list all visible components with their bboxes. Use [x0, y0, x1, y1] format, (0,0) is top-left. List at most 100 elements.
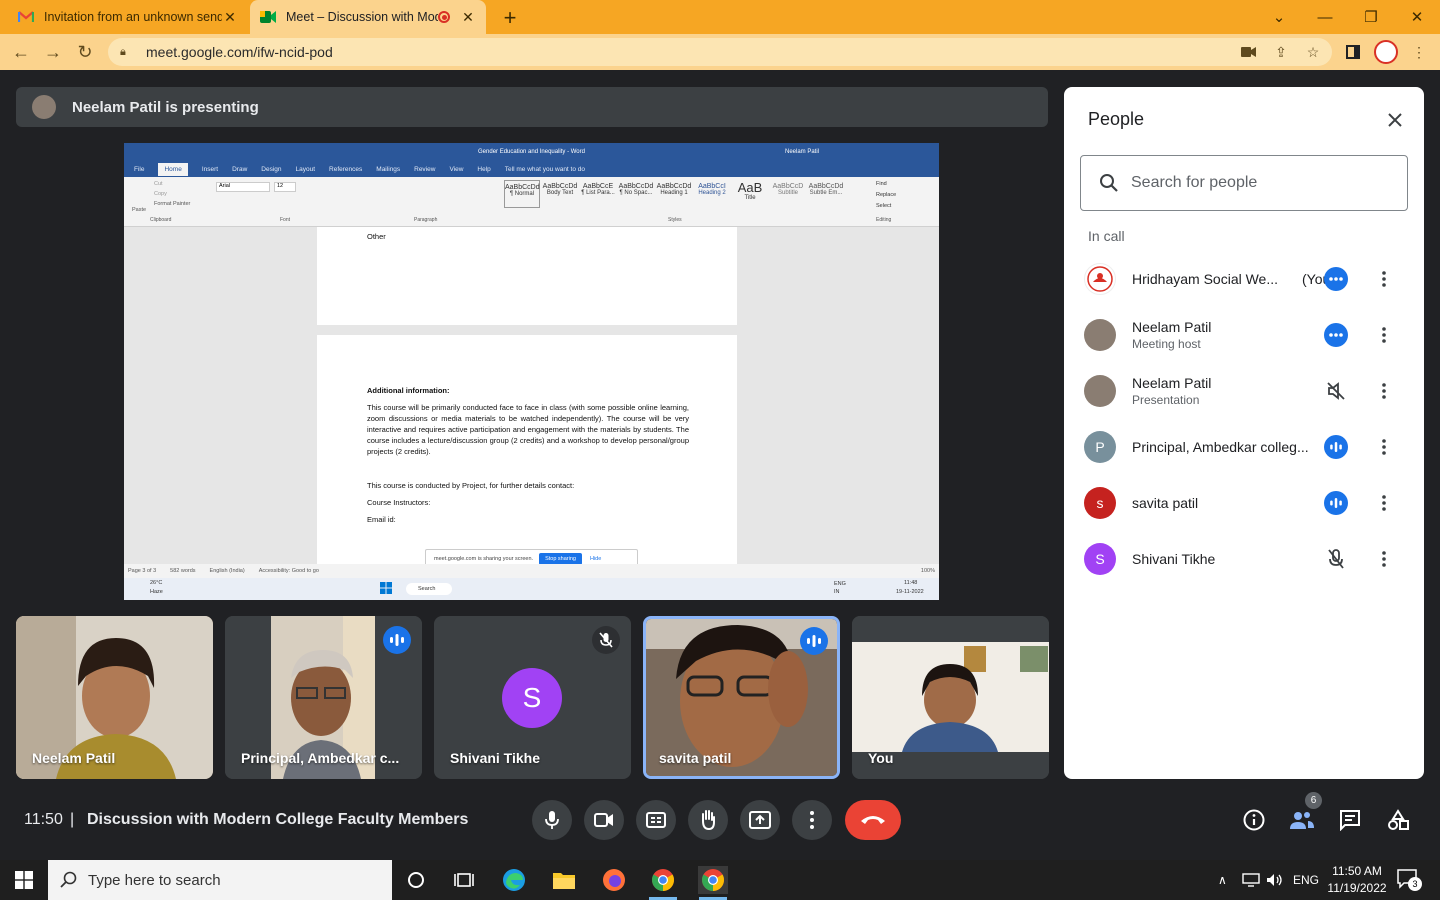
doc-text: Email id:	[367, 515, 396, 524]
camera-in-use-icon[interactable]	[1238, 41, 1260, 63]
kebab-menu-icon[interactable]	[1372, 491, 1396, 515]
new-tab-button[interactable]: +	[498, 5, 522, 31]
chrome-icon[interactable]	[649, 866, 677, 894]
style-name: Subtitle	[777, 190, 798, 196]
system-date: 11/19/2022	[1327, 881, 1387, 895]
raise-hand-button[interactable]	[688, 800, 728, 840]
leave-call-button[interactable]	[845, 800, 901, 840]
chrome-active-icon[interactable]	[698, 866, 728, 894]
task-view-icon[interactable]	[450, 866, 478, 894]
network-icon[interactable]	[1242, 860, 1260, 900]
bookmark-star-icon[interactable]: ☆	[1302, 41, 1324, 63]
kebab-menu-icon[interactable]	[1372, 323, 1396, 347]
language-indicator[interactable]: ENG	[1293, 860, 1319, 900]
system-clock[interactable]: 11:50 AM 11/19/2022	[1318, 863, 1396, 897]
participant-tile-active[interactable]: savita patil	[643, 616, 840, 779]
activities-button[interactable]	[1380, 802, 1416, 838]
mic-off-icon	[1324, 547, 1348, 571]
people-icon	[1290, 812, 1314, 829]
meet-icon	[260, 9, 276, 25]
more-options-button[interactable]	[792, 800, 832, 840]
tab-search-icon[interactable]: ⌄	[1256, 0, 1302, 34]
close-tab-icon[interactable]: ✕	[460, 9, 476, 26]
participant-row[interactable]: S Shivani Tikhe	[1084, 531, 1404, 587]
tab-gmail[interactable]: Invitation from an unknown sende ✕	[8, 0, 248, 34]
address-bar[interactable]: 🔒︎ meet.google.com/ifw-ncid-pod	[108, 38, 1332, 66]
participant-avatar	[1084, 375, 1116, 407]
firefox-icon[interactable]	[600, 866, 628, 894]
back-arrow-icon[interactable]: ←	[8, 40, 34, 64]
cortana-icon[interactable]	[402, 866, 430, 894]
gmail-icon	[18, 9, 34, 25]
group-label: Styles	[668, 217, 682, 223]
reload-icon[interactable]: ↻	[72, 40, 98, 64]
side-panel-icon[interactable]	[1342, 41, 1364, 63]
tray-overflow-icon[interactable]: ∧	[1218, 860, 1227, 900]
close-panel-button[interactable]	[1382, 107, 1408, 133]
participant-row[interactable]: Neelam Patil Presentation	[1084, 363, 1404, 419]
participant-tile[interactable]: Principal, Ambedkar c...	[225, 616, 422, 779]
close-window-button[interactable]: ✕	[1394, 0, 1440, 34]
style-normal: AaBbCcDd ¶ Normal	[504, 180, 540, 208]
chat-icon	[1340, 810, 1360, 831]
doc-heading: Additional information:	[367, 386, 450, 395]
section-label: In call	[1088, 228, 1125, 244]
participant-row[interactable]: Hridhayam Social We... (You)	[1084, 251, 1404, 307]
group-label: Editing	[876, 217, 892, 223]
shared-screen: Gender Education and Inequality - Word N…	[124, 143, 939, 600]
windows-search-box[interactable]: Type here to search	[48, 860, 392, 900]
participant-row[interactable]: P Principal, Ambedkar colleg...	[1084, 419, 1404, 475]
word-tab: View	[449, 165, 464, 173]
notification-center-icon[interactable]: 3	[1396, 868, 1422, 892]
word-tab: Design	[261, 165, 282, 173]
doc-paragraph: This course will be primarily conducted …	[367, 403, 689, 456]
word-tab: Help	[477, 165, 491, 173]
windows-start-icon[interactable]	[10, 866, 38, 894]
present-screen-button[interactable]	[740, 800, 780, 840]
share-icon[interactable]: ⇪	[1270, 41, 1292, 63]
more-options-icon[interactable]	[1324, 267, 1348, 291]
profile-avatar[interactable]	[1374, 40, 1398, 64]
word-tab: Insert	[201, 165, 219, 173]
participant-row[interactable]: Neelam Patil Meeting host	[1084, 307, 1404, 363]
style-name: Title	[744, 195, 756, 201]
minimize-button[interactable]: —	[1302, 0, 1348, 34]
kebab-menu-icon[interactable]	[1372, 267, 1396, 291]
participant-name: You	[868, 750, 894, 766]
participant-row[interactable]: s savita patil	[1084, 475, 1404, 531]
chat-button[interactable]	[1332, 802, 1368, 838]
microphone-button[interactable]	[532, 800, 572, 840]
file-explorer-icon[interactable]	[550, 866, 578, 894]
kebab-menu-icon[interactable]	[1372, 547, 1396, 571]
browser-menu-icon[interactable]: ⋮	[1408, 41, 1430, 63]
camera-icon	[594, 813, 613, 827]
forward-arrow-icon[interactable]: →	[40, 40, 66, 64]
edge-icon[interactable]	[500, 866, 528, 894]
style-name: Heading 2	[698, 190, 726, 196]
word-tab: Mailings	[376, 165, 401, 173]
style-subtitle: AaBbCcD Subtitle	[770, 180, 806, 208]
participant-tile[interactable]: S Shivani Tikhe	[434, 616, 631, 779]
maximize-button[interactable]: ❐	[1348, 0, 1394, 34]
captions-button[interactable]	[636, 800, 676, 840]
participant-tile-self[interactable]: You	[852, 616, 1049, 779]
audio-off-icon	[1324, 379, 1348, 403]
tab-title: Invitation from an unknown sende	[44, 10, 222, 24]
meeting-details-button[interactable]	[1236, 802, 1272, 838]
shared-taskbar: 26°C Haze Search ENG IN 11:48 19-11-2022	[124, 578, 939, 600]
shared-lang: ENG IN	[834, 581, 846, 595]
search-input[interactable]	[1131, 174, 1391, 192]
recording-indicator-icon	[438, 11, 450, 23]
participant-tile[interactable]: Neelam Patil	[16, 616, 213, 779]
kebab-menu-icon[interactable]	[1372, 379, 1396, 403]
participant-avatar: s	[1084, 487, 1116, 519]
style-title: AaB Title	[732, 180, 768, 208]
style-sample: AaBbCcDd	[808, 183, 844, 190]
volume-icon[interactable]	[1266, 860, 1284, 900]
tab-meet[interactable]: Meet – Discussion with Mod ✕	[250, 0, 486, 34]
kebab-menu-icon[interactable]	[1372, 435, 1396, 459]
more-options-icon[interactable]	[1324, 323, 1348, 347]
camera-button[interactable]	[584, 800, 624, 840]
close-tab-icon[interactable]: ✕	[222, 9, 238, 26]
windows-logo-icon	[380, 582, 394, 596]
